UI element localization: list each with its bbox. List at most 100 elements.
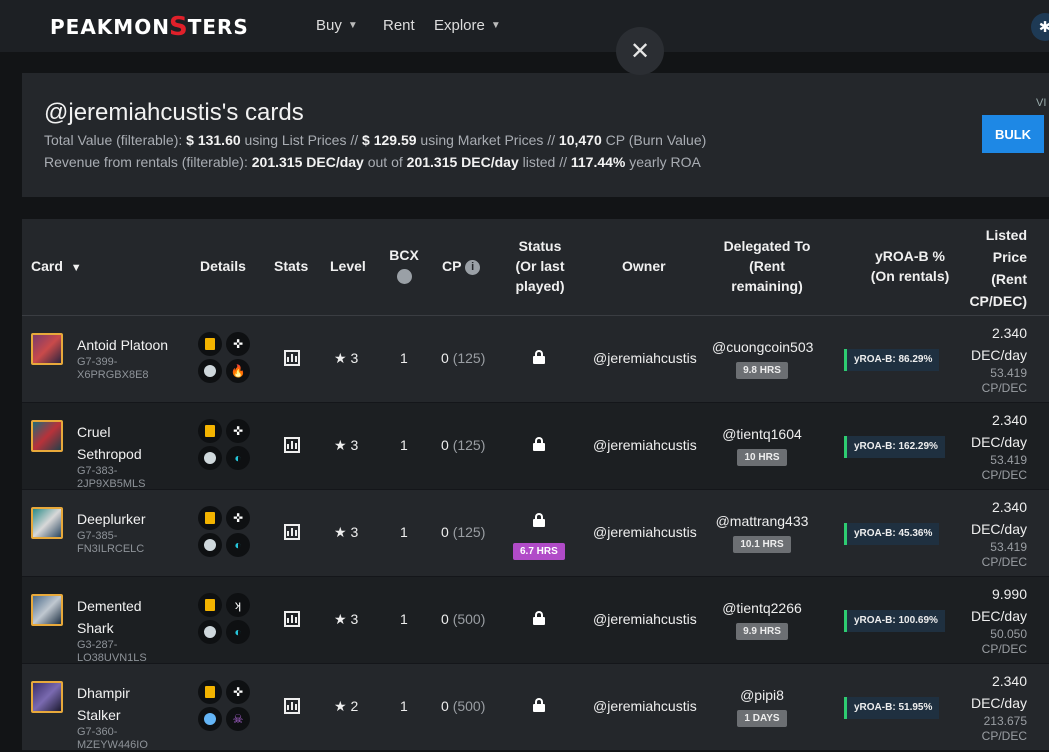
total-list-value: $ 131.60 [186,132,241,148]
card-name[interactable]: Cruel Sethropod G7-383- 2JP9XB5MLS [77,421,187,491]
star-icon: ★ [334,437,347,453]
col-owner[interactable]: Owner [622,256,666,276]
card-name[interactable]: Dhampir Stalker G7-360- MZEYW446IO [77,682,187,752]
owner-link[interactable]: @jeremiahcustis [593,524,697,540]
cp-info-icon[interactable]: i [465,259,481,275]
collection-summary-panel: @jeremiahcustis's cards Total Value (fil… [22,73,1049,197]
bulk-button[interactable]: BULK [982,115,1044,153]
rent-remaining-badge: 10 HRS [712,447,812,466]
owner-link[interactable]: @jeremiahcustis [593,698,697,714]
close-button[interactable]: ✕ [616,27,664,75]
table-header: Card ▼ Details Stats Level BCX CP ★ i St… [22,219,1049,316]
card-bcx: 1 [400,611,408,627]
delegated-to-link[interactable]: @cuongcoin503 [712,339,813,355]
cards-table: Card ▼ Details Stats Level BCX CP ★ i St… [22,219,1049,751]
owner-link[interactable]: @jeremiahcustis [593,611,697,627]
yearly-roa: 117.44% [570,154,626,170]
stats-chart-icon[interactable] [284,698,300,714]
table-row[interactable]: Antoid Platoon G7-399- X6PRGBX8E8 ✜ 🔥 ★ 3… [22,316,1049,403]
delegated-to-link[interactable]: @tientq2266 [712,600,812,616]
logo-text: PEAKMON [50,15,170,39]
nav-explore[interactable]: Explore ▼ [434,17,501,34]
owner-link[interactable]: @jeremiahcustis [593,350,697,366]
card-cp: 0 (500) [441,698,486,714]
edition-icon [198,680,222,704]
col-listed-price[interactable]: Listed Price (Rent CP/DEC) [967,224,1027,312]
card-thumbnail[interactable] [31,681,63,713]
col-delegated-to[interactable]: Delegated To (Rent remaining) [717,236,817,296]
table-row[interactable]: Deeplurker G7-385- FN3ILRCELC ✜ ◐ ★ 3 1 0… [22,490,1049,577]
element-icon: 🔥 [226,359,250,383]
card-thumbnail[interactable] [31,333,63,365]
col-yroa[interactable]: yROA-B % (On rentals) [860,246,960,286]
listed-price[interactable]: 9.990 DEC/day 50.050 CP/DEC [962,583,1027,657]
star-icon: ★ [334,350,347,366]
element-icon: ◐ [226,533,250,557]
settings-icon[interactable]: ✱ [1031,13,1049,41]
col-cp[interactable]: CP ★ i [442,256,481,276]
table-row[interactable]: Demented Shark G3-287- LO38UVN1LS ʞ ◐ ★ 3… [22,577,1049,664]
element-icon: ◐ [226,620,250,644]
card-cp: 0 (125) [441,350,486,366]
card-cp: 0 (125) [441,524,486,540]
yroa-badge: yROA-B: 86.29% [844,349,940,371]
card-level: ★ 2 [334,698,359,714]
stats-chart-icon[interactable] [284,611,300,627]
foil-icon: ✜ [226,506,250,530]
card-level: ★ 3 [334,524,359,540]
total-value-line: Total Value (filterable): $ 131.60 using… [44,132,707,148]
card-uid: G7-360- MZEYW446IO [77,726,148,751]
peakmonsters-logo[interactable]: PEAKMON S TERS [50,12,249,42]
card-thumbnail[interactable] [31,507,63,539]
card-name[interactable]: Deeplurker G7-385- FN3ILRCELC [77,508,187,556]
col-level[interactable]: Level [330,256,366,276]
page-title: @jeremiahcustis's cards [44,99,304,126]
info-icon[interactable] [396,268,412,284]
table-row[interactable]: Cruel Sethropod G7-383- 2JP9XB5MLS ✜ ◐ ★ … [22,403,1049,490]
logo-text-end: TERS [187,15,249,39]
col-status[interactable]: Status (Or last played) [508,236,572,296]
revenue-rate: 201.315 DEC/day [251,154,364,170]
card-bcx: 1 [400,698,408,714]
delegated-to-link[interactable]: @pipi8 [712,687,812,703]
delegated-to-link[interactable]: @mattrang433 [712,513,812,529]
listed-price[interactable]: 2.340 DEC/day 53.419 CP/DEC [962,496,1027,570]
rarity-icon [198,446,222,470]
card-uid: G7-383- 2JP9XB5MLS [77,465,146,490]
card-level: ★ 3 [334,611,359,627]
table-row[interactable]: Dhampir Stalker G7-360- MZEYW446IO ✜ ☠ ★ … [22,664,1049,751]
listed-price[interactable]: 2.340 DEC/day 53.419 CP/DEC [962,322,1027,396]
card-thumbnail[interactable] [31,420,63,452]
card-name[interactable]: Antoid Platoon G7-399- X6PRGBX8E8 [77,334,187,382]
card-bcx: 1 [400,524,408,540]
yroa-badge: yROA-B: 162.29% [844,436,945,458]
nav-buy[interactable]: Buy ▼ [316,17,358,34]
view-toggle-label[interactable]: VI [1036,97,1046,109]
rarity-icon [198,533,222,557]
nav-rent[interactable]: Rent [383,17,415,34]
rent-remaining-badge: 10.1 HRS [712,534,812,553]
card-level: ★ 3 [334,350,359,366]
total-cp-value: 10,470 [558,132,602,148]
yroa-badge: yROA-B: 45.36% [844,523,940,545]
lock-icon [533,611,545,625]
card-uid: G7-385- FN3ILRCELC [77,530,145,555]
rent-remaining-badge: 9.9 HRS [712,621,812,640]
lock-icon [533,350,545,364]
listed-price[interactable]: 2.340 DEC/day 53.419 CP/DEC [962,409,1027,483]
stats-chart-icon[interactable] [284,350,300,366]
col-bcx[interactable]: BCX [388,245,420,285]
col-card-sort[interactable]: Card ▼ [31,256,82,278]
owner-link[interactable]: @jeremiahcustis [593,437,697,453]
edition-icon [198,419,222,443]
card-level: ★ 3 [334,437,359,453]
stats-chart-icon[interactable] [284,524,300,540]
foil-icon: ʞ [226,593,250,617]
star-icon: ★ [334,524,347,540]
stats-chart-icon[interactable] [284,437,300,453]
element-icon: ☠ [226,707,250,731]
delegated-to-link[interactable]: @tientq1604 [712,426,812,442]
listed-price[interactable]: 2.340 DEC/day 213.675 CP/DEC [962,670,1027,744]
card-name[interactable]: Demented Shark G3-287- LO38UVN1LS [77,595,187,665]
card-thumbnail[interactable] [31,594,63,626]
